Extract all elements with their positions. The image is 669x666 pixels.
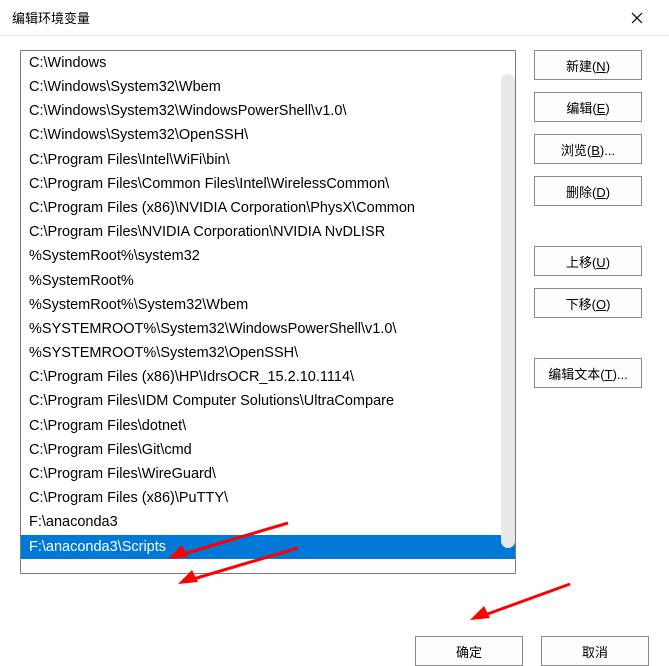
list-item[interactable]: %SystemRoot%	[21, 269, 515, 293]
list-item[interactable]: F:\anaconda3	[21, 511, 515, 535]
dialog-footer: 确定 取消	[415, 636, 649, 666]
list-item[interactable]: C:\Program Files (x86)\PuTTY\	[21, 486, 515, 510]
list-item[interactable]: C:\Program Files (x86)\HP\IdrsOCR_15.2.1…	[21, 365, 515, 389]
list-item[interactable]: C:\Windows\System32\WindowsPowerShell\v1…	[21, 99, 515, 123]
close-button[interactable]	[617, 0, 657, 36]
list-item[interactable]: C:\Program Files\Common Files\Intel\Wire…	[21, 172, 515, 196]
edit-text-button[interactable]: 编辑文本(T)...	[534, 358, 642, 388]
list-item[interactable]: C:\Program Files (x86)\NVIDIA Corporatio…	[21, 196, 515, 220]
scrollbar-thumb[interactable]	[501, 74, 515, 548]
move-up-button[interactable]: 上移(U)	[534, 246, 642, 276]
list-item[interactable]: C:\Windows\System32\OpenSSH\	[21, 124, 515, 148]
list-item[interactable]: C:\Windows\System32\Wbem	[21, 75, 515, 99]
list-item[interactable]: C:\Program Files\Intel\WiFi\bin\	[21, 148, 515, 172]
list-item[interactable]: C:\Program Files\dotnet\	[21, 414, 515, 438]
button-column: 新建(N) 编辑(E) 浏览(B)... 删除(D) 上移(U) 下移(O) 编…	[534, 50, 642, 580]
list-item[interactable]: %SystemRoot%\System32\Wbem	[21, 293, 515, 317]
list-item[interactable]: %SystemRoot%\system32	[21, 245, 515, 269]
list-item[interactable]: C:\Program Files\WireGuard\	[21, 462, 515, 486]
delete-button[interactable]: 删除(D)	[534, 176, 642, 206]
edit-button[interactable]: 编辑(E)	[534, 92, 642, 122]
list-item[interactable]: C:\Program Files\Git\cmd	[21, 438, 515, 462]
list-item[interactable]: C:\Program Files\IDM Computer Solutions\…	[21, 390, 515, 414]
titlebar: 编辑环境变量	[0, 0, 669, 36]
ok-button[interactable]: 确定	[415, 636, 523, 666]
list-item[interactable]: F:\anaconda3\Scripts	[21, 535, 515, 559]
move-down-button[interactable]: 下移(O)	[534, 288, 642, 318]
list-item[interactable]: C:\Program Files\NVIDIA Corporation\NVID…	[21, 220, 515, 244]
list-item[interactable]: %SYSTEMROOT%\System32\OpenSSH\	[21, 341, 515, 365]
cancel-button[interactable]: 取消	[541, 636, 649, 666]
new-button[interactable]: 新建(N)	[534, 50, 642, 80]
list-item[interactable]: C:\Windows	[21, 51, 515, 75]
annotation-arrow	[470, 582, 580, 625]
dialog-title: 编辑环境变量	[12, 8, 90, 27]
dialog-content: C:\WindowsC:\Windows\System32\WbemC:\Win…	[0, 36, 669, 649]
list-item[interactable]: %SYSTEMROOT%\System32\WindowsPowerShell\…	[21, 317, 515, 341]
browse-button[interactable]: 浏览(B)...	[534, 134, 642, 164]
path-listbox[interactable]: C:\WindowsC:\Windows\System32\WbemC:\Win…	[20, 50, 516, 574]
